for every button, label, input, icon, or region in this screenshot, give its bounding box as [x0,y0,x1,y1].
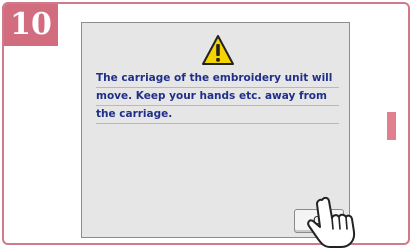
message-line: move. Keep your hands etc. away from [96,88,339,106]
side-tab-marker [387,112,396,140]
warning-message: The carriage of the embroidery unit will… [96,70,339,124]
step-number-badge: 10 [4,4,58,46]
message-line: The carriage of the embroidery unit will [96,70,339,88]
pointing-hand-icon [307,196,356,248]
message-line: the carriage. [96,106,339,124]
warning-icon [202,35,234,65]
